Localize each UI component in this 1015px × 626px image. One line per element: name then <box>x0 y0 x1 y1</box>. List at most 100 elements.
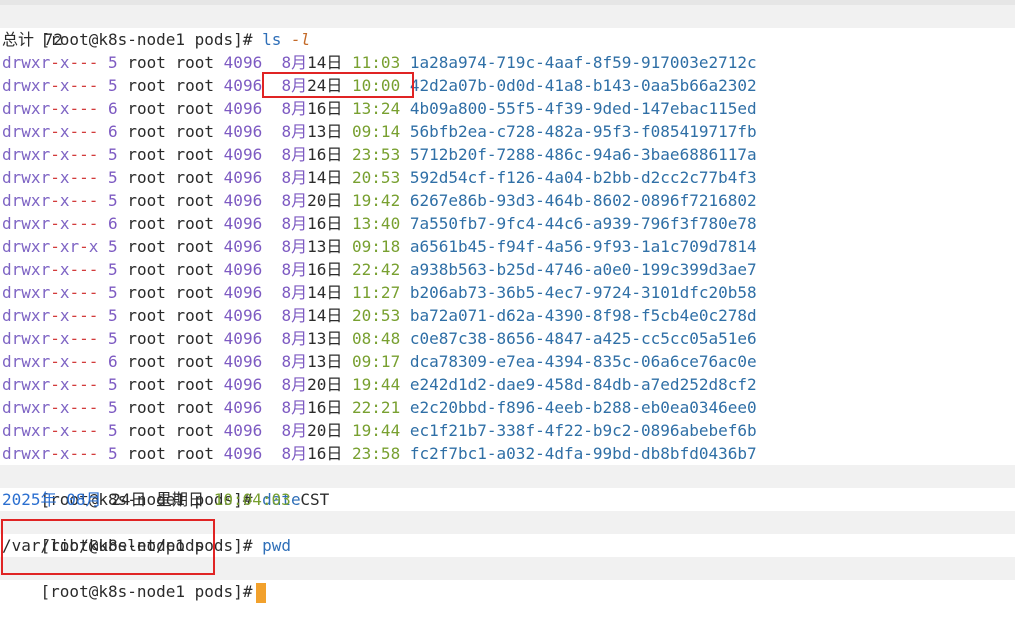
entry-group: root <box>175 214 215 233</box>
entry-day: 13日 <box>307 329 343 348</box>
entry-month: 8月 <box>281 329 308 348</box>
entry-owner: root <box>127 444 166 463</box>
date-year: 2025年 <box>2 490 57 509</box>
terminal-output[interactable]: [root@k8s-node1 pods]# ls -l 总计 72 drwxr… <box>0 5 1015 603</box>
entry-perms: drwxr-x--- <box>2 444 99 463</box>
entry-group: root <box>175 260 215 279</box>
entry-name: 42d2a07b-0d0d-41a8-b143-0aa5b66a2302 <box>409 76 757 95</box>
entry-links: 5 <box>108 375 118 394</box>
entry-name: e2c20bbd-f896-4eeb-b288-eb0ea0346ee0 <box>409 398 757 417</box>
entry-name: ec1f21b7-338f-4f22-b9c2-0896abebef6b <box>409 421 757 440</box>
entry-time: 19:42 <box>352 191 401 210</box>
prompt-line-ls: [root@k8s-node1 pods]# ls -l <box>0 5 1015 49</box>
entry-month: 8月 <box>281 99 308 118</box>
date-output: 2025年 08月 24日 星期日 10:04:03 CST <box>2 488 1015 511</box>
entry-size: 4096 <box>223 283 263 302</box>
entry-day: 14日 <box>307 306 343 325</box>
entry-month: 8月 <box>281 237 308 256</box>
prompt-line-current[interactable]: [root@k8s-node1 pods]# <box>0 557 1015 603</box>
list-item: drwxr-xr-x 5 root root 4096 8月13日 09:18 … <box>2 235 1015 258</box>
entry-perms: drwxr-x--- <box>2 122 99 141</box>
entry-time: 11:03 <box>352 53 401 72</box>
entry-size: 4096 <box>223 145 263 164</box>
entry-month: 8月 <box>281 122 308 141</box>
entry-links: 5 <box>108 444 118 463</box>
entry-name: 4b09a800-55f5-4f39-9ded-147ebac115ed <box>409 99 757 118</box>
date-day: 24日 <box>111 490 147 509</box>
entry-links: 5 <box>108 53 118 72</box>
entry-time: 20:53 <box>352 168 401 187</box>
entry-links: 5 <box>108 283 118 302</box>
entry-time: 22:21 <box>352 398 401 417</box>
entry-group: root <box>175 168 215 187</box>
list-item: drwxr-x--- 5 root root 4096 8月16日 23:58 … <box>2 442 1015 465</box>
entry-size: 4096 <box>223 444 263 463</box>
entry-links: 5 <box>108 168 118 187</box>
entry-day: 16日 <box>307 444 343 463</box>
entry-month: 8月 <box>281 145 308 164</box>
entry-day: 24日 <box>307 76 343 95</box>
list-item: drwxr-x--- 6 root root 4096 8月16日 13:40 … <box>2 212 1015 235</box>
entry-perms: drwxr-x--- <box>2 352 99 371</box>
entry-size: 4096 <box>223 168 263 187</box>
entry-owner: root <box>127 168 166 187</box>
entry-owner: root <box>127 99 166 118</box>
entry-owner: root <box>127 421 166 440</box>
entry-name: 592d54cf-f126-4a04-b2bb-d2cc2c77b4f3 <box>409 168 757 187</box>
entry-links: 5 <box>108 398 118 417</box>
entry-owner: root <box>127 398 166 417</box>
entry-owner: root <box>127 191 166 210</box>
entry-size: 4096 <box>223 375 263 394</box>
prompt-line-date: [root@k8s-node1 pods]# date <box>0 465 1015 509</box>
prompt: [root@k8s-node1 pods]# <box>40 582 253 601</box>
entry-time: 11:27 <box>352 283 401 302</box>
entry-day: 16日 <box>307 398 343 417</box>
entry-links: 6 <box>108 352 118 371</box>
entry-month: 8月 <box>281 306 308 325</box>
listing: drwxr-x--- 5 root root 4096 8月14日 11:03 … <box>2 51 1015 465</box>
entry-group: root <box>175 329 215 348</box>
date-month: 08月 <box>66 490 102 509</box>
entry-owner: root <box>127 306 166 325</box>
entry-time: 20:53 <box>352 306 401 325</box>
entry-name: ba72a071-d62a-4390-8f98-f5cb4e0c278d <box>409 306 757 325</box>
entry-month: 8月 <box>281 421 308 440</box>
entry-day: 16日 <box>307 99 343 118</box>
entry-size: 4096 <box>223 191 263 210</box>
entry-perms: drwxr-x--- <box>2 53 99 72</box>
entry-month: 8月 <box>281 283 308 302</box>
entry-size: 4096 <box>223 352 263 371</box>
list-item: drwxr-x--- 5 root root 4096 8月14日 11:03 … <box>2 51 1015 74</box>
entry-links: 5 <box>108 237 118 256</box>
entry-owner: root <box>127 145 166 164</box>
entry-links: 6 <box>108 99 118 118</box>
entry-day: 16日 <box>307 214 343 233</box>
entry-day: 13日 <box>307 237 343 256</box>
date-tz: CST <box>300 490 330 509</box>
entry-perms: drwxr-x--- <box>2 329 99 348</box>
entry-day: 14日 <box>307 168 343 187</box>
entry-name: 6267e86b-93d3-464b-8602-0896f7216802 <box>409 191 757 210</box>
entry-links: 5 <box>108 76 118 95</box>
pwd-output: /var/lib/kubelet/pods <box>2 534 1015 557</box>
entry-perms: drwxr-x--- <box>2 283 99 302</box>
entry-time: 13:24 <box>352 99 401 118</box>
list-item: drwxr-x--- 6 root root 4096 8月16日 13:24 … <box>2 97 1015 120</box>
entry-month: 8月 <box>281 76 308 95</box>
list-item: drwxr-x--- 5 root root 4096 8月14日 20:53 … <box>2 166 1015 189</box>
pwd-text: /var/lib/kubelet/pods <box>2 536 205 555</box>
entry-name: 5712b20f-7288-486c-94a6-3bae6886117a <box>409 145 757 164</box>
entry-time: 10:00 <box>352 76 401 95</box>
entry-time: 09:18 <box>352 237 401 256</box>
entry-time: 19:44 <box>352 421 401 440</box>
entry-day: 16日 <box>307 260 343 279</box>
entry-time: 23:58 <box>352 444 401 463</box>
entry-month: 8月 <box>281 260 308 279</box>
entry-day: 14日 <box>307 283 343 302</box>
entry-size: 4096 <box>223 237 263 256</box>
entry-size: 4096 <box>223 398 263 417</box>
entry-size: 4096 <box>223 122 263 141</box>
entry-perms: drwxr-x--- <box>2 99 99 118</box>
list-item: drwxr-x--- 6 root root 4096 8月13日 09:17 … <box>2 350 1015 373</box>
entry-day: 13日 <box>307 352 343 371</box>
